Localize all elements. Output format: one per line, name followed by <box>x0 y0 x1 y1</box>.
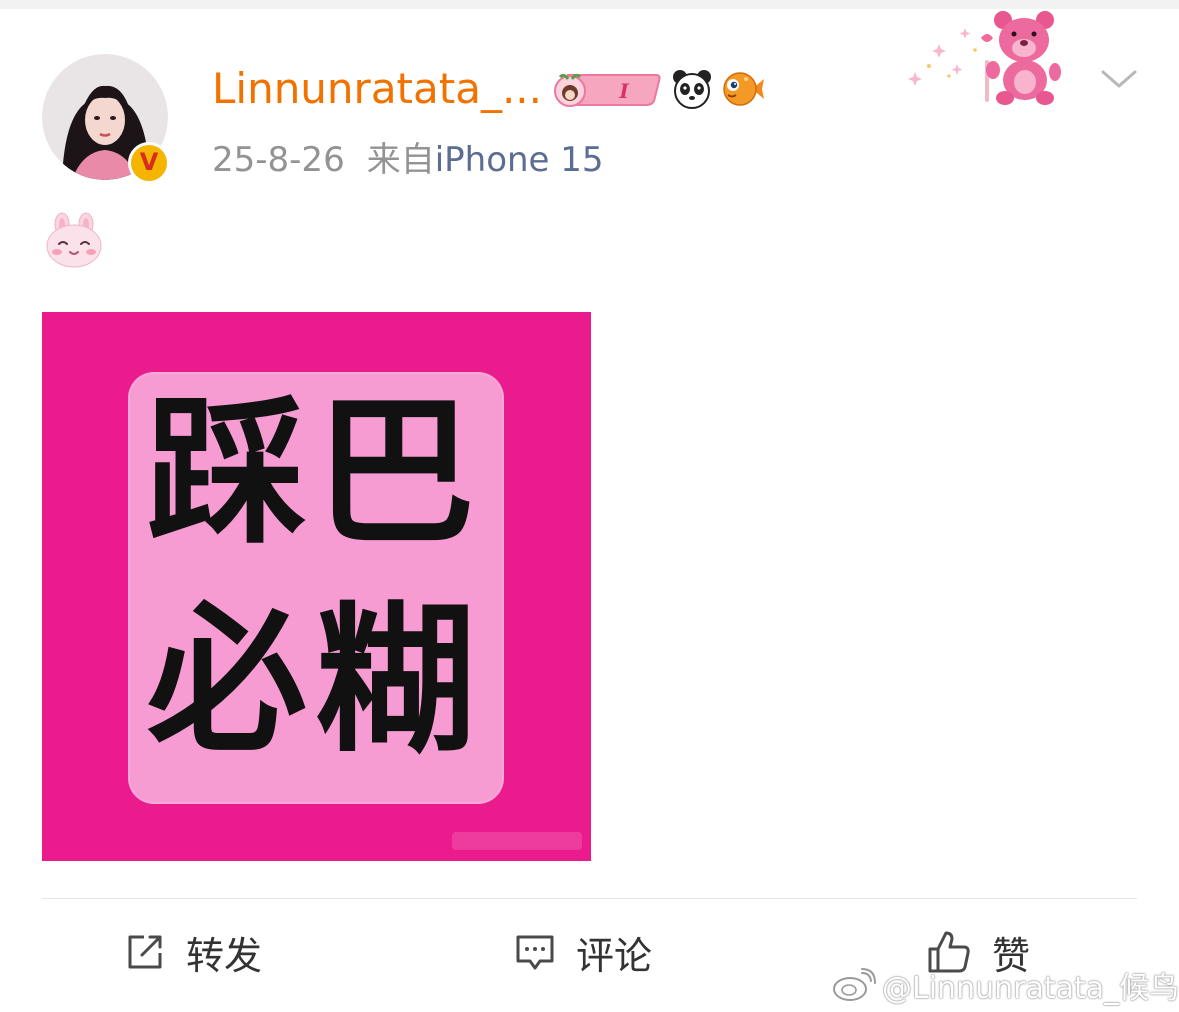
verified-mark: V <box>139 148 159 176</box>
image-char-1: 踩 <box>146 379 307 566</box>
fish-icon <box>722 67 766 111</box>
comment-icon <box>516 935 554 970</box>
repost-label: 转发 <box>186 933 263 978</box>
weibo-logo-icon <box>833 968 876 1001</box>
post-meta: 25-8-26 来自iPhone 15 <box>212 132 604 181</box>
bunny-smile-emoji <box>44 212 104 268</box>
watermark-text: @Linnunratata_候鸟 <box>882 971 1179 1006</box>
post-image[interactable]: 踩 巴 必 糊 <box>42 312 591 861</box>
comment-label: 评论 <box>576 933 653 978</box>
source-watermark: @Linnunratata_候鸟 <box>832 960 1179 1010</box>
user-badges: I <box>550 68 766 110</box>
image-char-3: 必 <box>146 587 307 774</box>
panda-icon <box>670 67 714 111</box>
bear-decoration-icon <box>905 10 1065 110</box>
source-prefix: 来自 <box>366 140 435 180</box>
comment-button[interactable]: 评论 <box>514 922 652 982</box>
action-divider <box>42 898 1137 899</box>
fan-level-badge[interactable]: I <box>550 71 662 107</box>
chevron-down-icon[interactable] <box>1100 64 1138 94</box>
image-watermark <box>452 832 582 850</box>
repost-button[interactable]: 转发 <box>124 922 262 982</box>
post-date: 25-8-26 <box>212 140 345 180</box>
verified-badge-icon: V <box>128 142 170 184</box>
source-device[interactable]: iPhone 15 <box>435 140 604 180</box>
username[interactable]: Linnunratata_... <box>212 64 542 113</box>
image-char-2: 巴 <box>314 379 475 566</box>
fan-badge-text: I <box>618 79 629 103</box>
image-char-4: 糊 <box>314 587 475 774</box>
repost-icon <box>128 935 162 969</box>
top-separator <box>0 0 1179 9</box>
